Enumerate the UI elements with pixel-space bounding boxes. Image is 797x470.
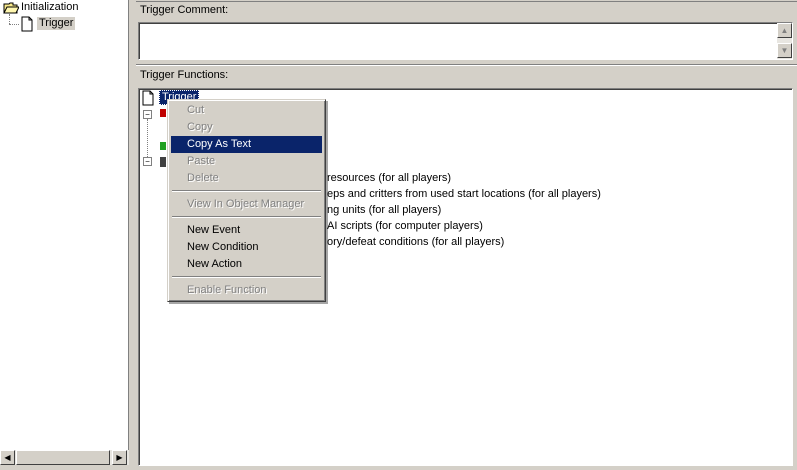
collapse-toggle-icon[interactable]: − bbox=[143, 110, 152, 119]
tree-horizontal-scrollbar[interactable]: ◀ ▶ bbox=[0, 450, 129, 465]
function-line[interactable]: eps and critters from used start locatio… bbox=[327, 186, 601, 202]
menu-item-copy-as-text[interactable]: Copy As Text bbox=[171, 136, 322, 153]
folder-open-icon bbox=[3, 2, 19, 14]
context-menu: Cut Copy Copy As Text Paste Delete View … bbox=[167, 99, 326, 302]
top-border bbox=[136, 0, 797, 2]
comment-vertical-scrollbar[interactable]: ▲ ▼ bbox=[777, 23, 792, 59]
function-line[interactable]: AI scripts (for computer players) bbox=[327, 218, 483, 234]
trigger-comment-label: Trigger Comment: bbox=[140, 4, 229, 16]
scroll-down-button[interactable]: ▼ bbox=[777, 43, 792, 58]
document-icon bbox=[21, 16, 33, 32]
menu-separator bbox=[172, 190, 321, 192]
section-separator bbox=[136, 64, 797, 66]
action-icon bbox=[160, 157, 166, 167]
menu-separator bbox=[172, 276, 321, 278]
menu-separator bbox=[172, 216, 321, 218]
scrollbar-thumb[interactable] bbox=[16, 450, 110, 465]
collapse-toggle-icon[interactable]: − bbox=[143, 157, 152, 166]
event-flag-icon bbox=[160, 109, 166, 117]
panel-splitter[interactable] bbox=[129, 0, 136, 470]
menu-item-new-condition[interactable]: New Condition bbox=[171, 239, 322, 256]
tree-connector bbox=[9, 14, 10, 24]
trigger-functions-label: Trigger Functions: bbox=[140, 69, 229, 81]
scroll-right-button[interactable]: ▶ bbox=[112, 450, 127, 465]
scroll-left-button[interactable]: ◀ bbox=[0, 450, 15, 465]
menu-item-enable-function[interactable]: Enable Function bbox=[171, 282, 322, 299]
tree-item-trigger[interactable]: Trigger bbox=[37, 17, 76, 30]
tree-item-initialization[interactable]: Initialization bbox=[21, 1, 78, 14]
menu-item-view-in-object-manager[interactable]: View In Object Manager bbox=[171, 196, 322, 213]
function-line[interactable]: ng units (for all players) bbox=[327, 202, 441, 218]
menu-item-delete[interactable]: Delete bbox=[171, 170, 322, 187]
menu-item-new-action[interactable]: New Action bbox=[171, 256, 322, 273]
tree-connector bbox=[9, 24, 19, 25]
trigger-comment-textarea[interactable]: ▲ ▼ bbox=[138, 22, 793, 60]
function-line[interactable]: ory/defeat conditions (for all players) bbox=[327, 234, 504, 250]
tree-connector bbox=[147, 119, 148, 157]
condition-icon bbox=[160, 142, 166, 150]
menu-item-new-event[interactable]: New Event bbox=[171, 222, 322, 239]
menu-item-cut[interactable]: Cut bbox=[171, 102, 322, 119]
trigger-tree-panel: Initialization Trigger bbox=[0, 0, 129, 465]
menu-item-paste[interactable]: Paste bbox=[171, 153, 322, 170]
scroll-up-button[interactable]: ▲ bbox=[777, 23, 792, 38]
document-icon bbox=[142, 90, 154, 106]
menu-item-copy[interactable]: Copy bbox=[171, 119, 322, 136]
function-line[interactable]: resources (for all players) bbox=[327, 170, 451, 186]
